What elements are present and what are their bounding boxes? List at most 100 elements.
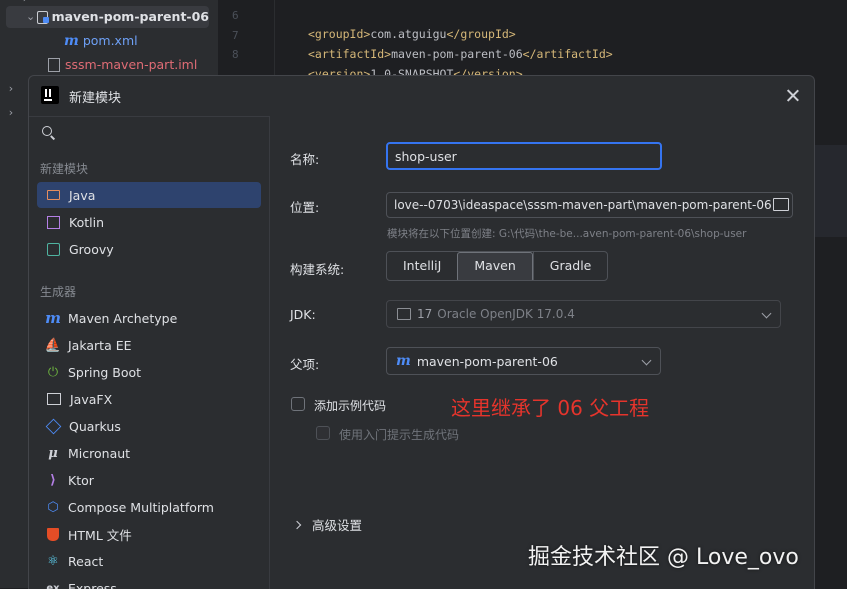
editor-gutter: 6 7 8 — [218, 0, 275, 75]
onboarding-tips-label: 使用入门提示生成代码 — [339, 426, 459, 443]
jakarta-ee-icon: ⛵ — [45, 337, 61, 353]
sidebar-item-label: JavaFX — [70, 392, 112, 407]
sidebar-item-label: Jakarta EE — [68, 338, 132, 353]
jdk-name: Oracle OpenJDK 17.0.4 — [437, 307, 575, 321]
browse-folder-icon[interactable] — [773, 198, 789, 211]
build-option-intellij[interactable]: IntelliJ — [387, 252, 457, 280]
parent-dropdown[interactable]: m maven-pom-parent-06 — [386, 347, 661, 375]
advanced-settings-label: 高级设置 — [312, 515, 362, 534]
module-folder-icon — [37, 11, 47, 24]
dialog-titlebar[interactable]: 新建模块 — [29, 76, 814, 116]
close-button[interactable] — [781, 84, 805, 108]
build-option-gradle[interactable]: Gradle — [533, 252, 608, 280]
chevron-right-icon[interactable]: › — [4, 82, 18, 95]
kotlin-icon — [47, 216, 60, 229]
line-number: 6 — [232, 9, 239, 22]
ktor-icon: ⟩ — [45, 472, 61, 488]
section-label-new-module: 新建模块 — [40, 160, 88, 177]
sidebar-item-ktor[interactable]: ⟩ Ktor — [37, 467, 261, 493]
tree-item-label: sssm-maven-part.iml — [65, 54, 197, 76]
sidebar-item-micronaut[interactable]: μ Micronaut — [37, 440, 261, 466]
maven-icon: m — [396, 353, 411, 369]
module-settings-form: 名称: 位置: love--0703\ideaspace\sssm-maven-… — [270, 117, 814, 589]
watermark: 掘金技术社区 @ Love_ovo — [528, 539, 799, 571]
location-input[interactable]: love--0703\ideaspace\sssm-maven-part\mav… — [386, 192, 793, 218]
chevron-right-icon[interactable]: › — [4, 106, 18, 119]
iml-file-icon — [48, 58, 60, 72]
dialog-title: 新建模块 — [69, 87, 121, 106]
line-number: 8 — [232, 48, 239, 61]
sidebar-item-quarkus[interactable]: Quarkus — [37, 413, 261, 439]
sidebar-item-label: React — [68, 554, 103, 569]
advanced-settings-toggle[interactable]: 高级设置 — [290, 515, 362, 534]
sidebar-item-label: Groovy — [69, 242, 114, 257]
tree-item-pom-xml[interactable]: m pom.xml — [64, 30, 138, 52]
compose-icon: ⬡ — [45, 499, 61, 515]
build-system-selector: IntelliJ Maven Gradle — [386, 251, 608, 281]
quarkus-icon — [46, 418, 62, 434]
sidebar-item-react[interactable]: ⚛ React — [37, 548, 261, 574]
tree-item-iml[interactable]: sssm-maven-part.iml — [48, 54, 197, 76]
sidebar-item-javafx[interactable]: JavaFX — [37, 386, 261, 412]
code-editor[interactable]: <groupId>com.atguigu</groupId> <artifact… — [275, 0, 847, 75]
module-type-sidebar: 新建模块 Java Kotlin Groovy 生成器 m Maven Arch… — [29, 116, 270, 589]
sidebar-item-java[interactable]: Java — [37, 182, 261, 208]
jdk-dropdown[interactable]: 17 Oracle OpenJDK 17.0.4 — [386, 300, 781, 328]
sidebar-item-express[interactable]: ex Express — [37, 575, 261, 589]
sidebar-item-html-file[interactable]: HTML 文件 — [37, 521, 261, 547]
chevron-down-icon[interactable]: ⌄ — [26, 6, 35, 28]
chevron-right-icon — [293, 520, 301, 528]
add-sample-code-checkbox[interactable] — [291, 397, 305, 411]
name-input[interactable] — [386, 142, 662, 170]
new-module-dialog: 新建模块 新建模块 Java Kotlin Groovy 生成器 m Maven… — [28, 75, 815, 589]
search-icon[interactable] — [41, 125, 59, 143]
parent-label: 父项: — [290, 354, 319, 373]
tree-item-label: pom.xml — [83, 30, 138, 52]
sidebar-item-label: HTML 文件 — [68, 525, 132, 544]
chevron-down-icon — [642, 356, 652, 366]
code-line: <artifactId>maven-pom-parent-06</artifac… — [308, 47, 613, 61]
line-number: 7 — [232, 29, 239, 42]
html-icon — [47, 528, 59, 541]
location-hint: 模块将在以下位置创建: G:\代码\the-be...aven-pom-pare… — [387, 226, 746, 241]
sidebar-item-compose-multiplatform[interactable]: ⬡ Compose Multiplatform — [37, 494, 261, 520]
red-annotation: 这里继承了 06 父工程 — [451, 392, 649, 421]
code-line: <groupId>com.atguigu</groupId> — [308, 27, 516, 41]
jdk-version: 17 — [417, 307, 432, 321]
micronaut-icon: μ — [45, 445, 61, 461]
jdk-folder-icon — [397, 308, 411, 320]
location-label: 位置: — [290, 197, 319, 216]
build-option-maven[interactable]: Maven — [457, 252, 532, 281]
parent-value: maven-pom-parent-06 — [417, 354, 558, 369]
jdk-label: JDK: — [290, 307, 316, 322]
section-label-generators: 生成器 — [40, 283, 76, 300]
sidebar-item-groovy[interactable]: Groovy — [37, 236, 261, 262]
tree-item-maven-pom-parent-06[interactable]: ⌄ maven-pom-parent-06 — [6, 6, 209, 28]
sidebar-item-label: Micronaut — [68, 446, 130, 461]
maven-icon: m — [45, 310, 61, 326]
sidebar-item-kotlin[interactable]: Kotlin — [37, 209, 261, 235]
location-value: love--0703\ideaspace\sssm-maven-part\mav… — [394, 198, 772, 212]
intellij-logo-icon — [41, 86, 59, 104]
maven-icon: m — [64, 30, 79, 52]
name-label: 名称: — [290, 149, 319, 168]
build-system-label: 构建系统: — [290, 259, 344, 278]
editor-background — [814, 75, 847, 588]
sidebar-item-label: Ktor — [68, 473, 94, 488]
groovy-icon — [47, 243, 60, 256]
sidebar-item-label: Maven Archetype — [68, 311, 177, 326]
add-sample-code-label: 添加示例代码 — [314, 397, 386, 414]
sidebar-item-label: Quarkus — [69, 419, 121, 434]
onboarding-tips-checkbox[interactable] — [316, 426, 330, 440]
chevron-down-icon — [762, 309, 772, 319]
sidebar-item-jakarta-ee[interactable]: ⛵ Jakarta EE — [37, 332, 261, 358]
sidebar-item-label: Spring Boot — [68, 365, 141, 380]
sidebar-item-maven-archetype[interactable]: m Maven Archetype — [37, 305, 261, 331]
sidebar-item-label: Compose Multiplatform — [68, 500, 214, 515]
sidebar-item-label: Java — [69, 188, 95, 203]
javafx-icon — [47, 393, 61, 405]
sidebar-item-spring-boot[interactable]: ⏻ Spring Boot — [37, 359, 261, 385]
java-icon — [47, 190, 60, 200]
sidebar-item-label: Kotlin — [69, 215, 104, 230]
tree-item-label: maven-pom-parent-06 — [52, 6, 209, 28]
